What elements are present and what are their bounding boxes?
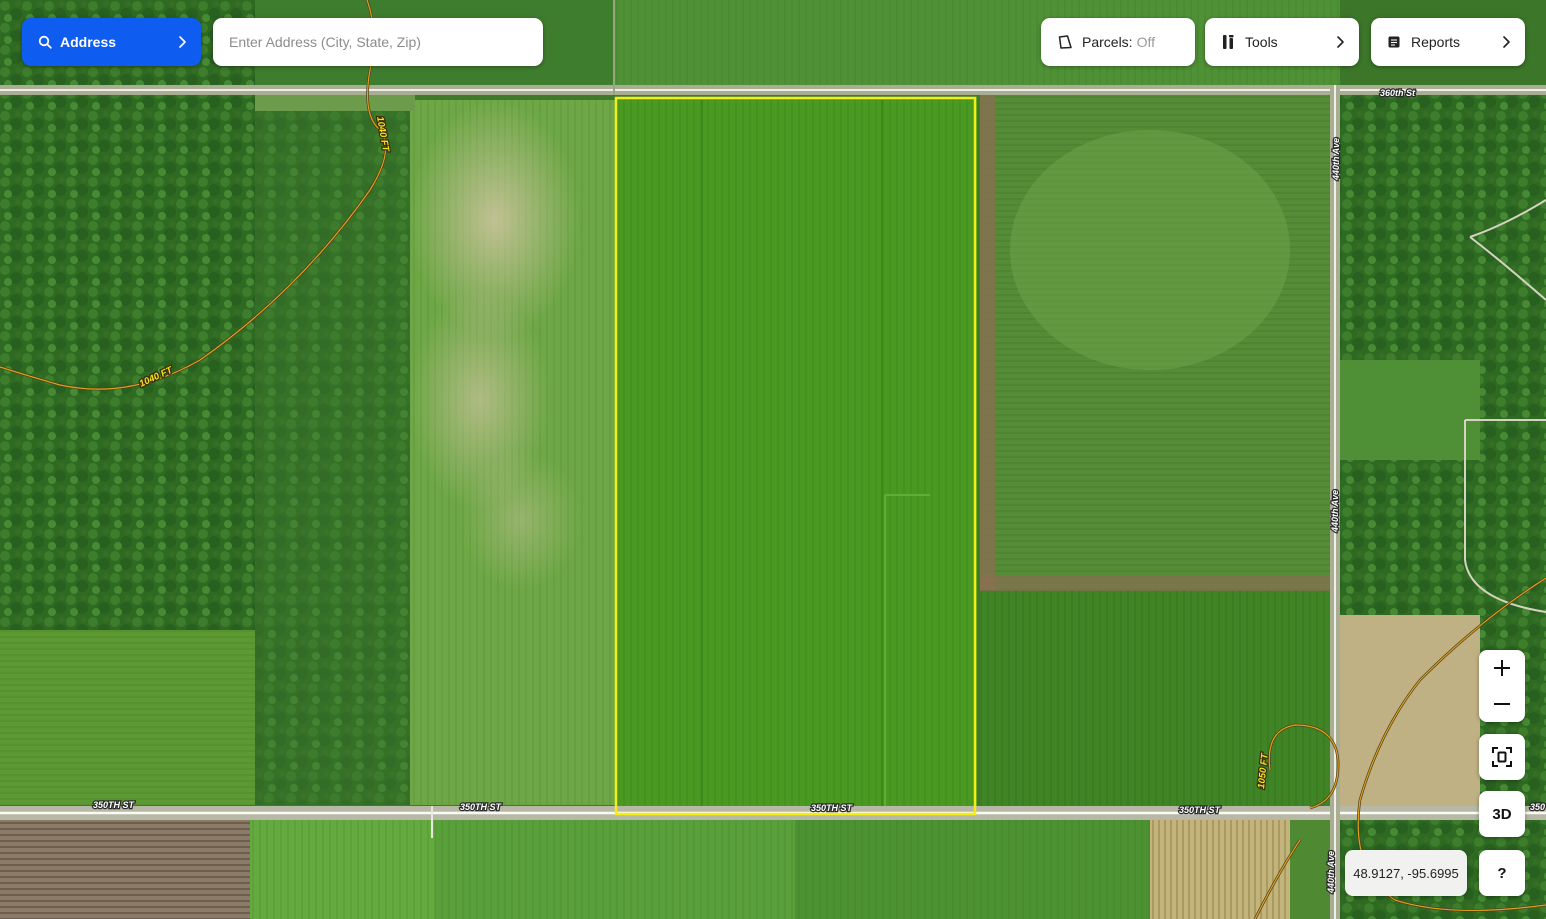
search-icon	[38, 35, 52, 49]
minus-icon	[1494, 703, 1510, 705]
parcels-toggle-button[interactable]: Parcels: Off	[1041, 18, 1195, 66]
zoom-out-button[interactable]	[1479, 686, 1525, 722]
road-label-440th: 440th Ave	[1330, 490, 1340, 533]
chevron-right-icon	[1503, 36, 1510, 48]
road-label-350th: 350TH ST	[811, 803, 854, 813]
road-label-350th: 350	[1530, 802, 1545, 812]
report-document-icon	[1388, 36, 1400, 48]
road-label-350th: 350TH ST	[460, 802, 503, 812]
parcels-status-value: Off	[1136, 34, 1155, 50]
address-search-button[interactable]: Address	[22, 18, 201, 66]
address-search-input[interactable]	[213, 18, 543, 66]
tools-label: Tools	[1245, 34, 1278, 50]
road-label-440th: 440th Ave	[1326, 851, 1336, 894]
satellite-map[interactable]: 360th St 350TH ST 350TH ST 350TH ST 350T…	[0, 0, 1546, 919]
tools-icon	[1223, 35, 1234, 49]
zoom-control	[1479, 650, 1525, 722]
road-label-440th: 440th Ave	[1331, 138, 1341, 181]
tools-menu-button[interactable]: Tools	[1205, 18, 1359, 66]
reports-menu-button[interactable]: Reports	[1371, 18, 1525, 66]
fit-to-parcel-button[interactable]	[1479, 734, 1525, 780]
help-button[interactable]: ?	[1479, 850, 1525, 896]
reports-label: Reports	[1411, 34, 1461, 50]
chevron-right-icon	[1337, 36, 1344, 48]
focus-frame-icon	[1492, 747, 1512, 767]
parcels-label: Parcels:	[1082, 34, 1133, 50]
road-label-350th: 350TH ST	[93, 800, 136, 810]
parcel-shape-icon	[1058, 35, 1072, 49]
zoom-in-button[interactable]	[1479, 650, 1525, 686]
toggle-3d-button[interactable]: 3D	[1479, 791, 1525, 837]
plus-icon	[1494, 660, 1510, 676]
road-label-360th: 360th St	[1380, 88, 1416, 98]
coordinates-display: 48.9127, -95.6995	[1345, 850, 1467, 896]
address-button-label: Address	[60, 34, 117, 50]
chevron-right-icon	[179, 36, 186, 48]
road-label-350th: 350TH ST	[1179, 805, 1222, 815]
